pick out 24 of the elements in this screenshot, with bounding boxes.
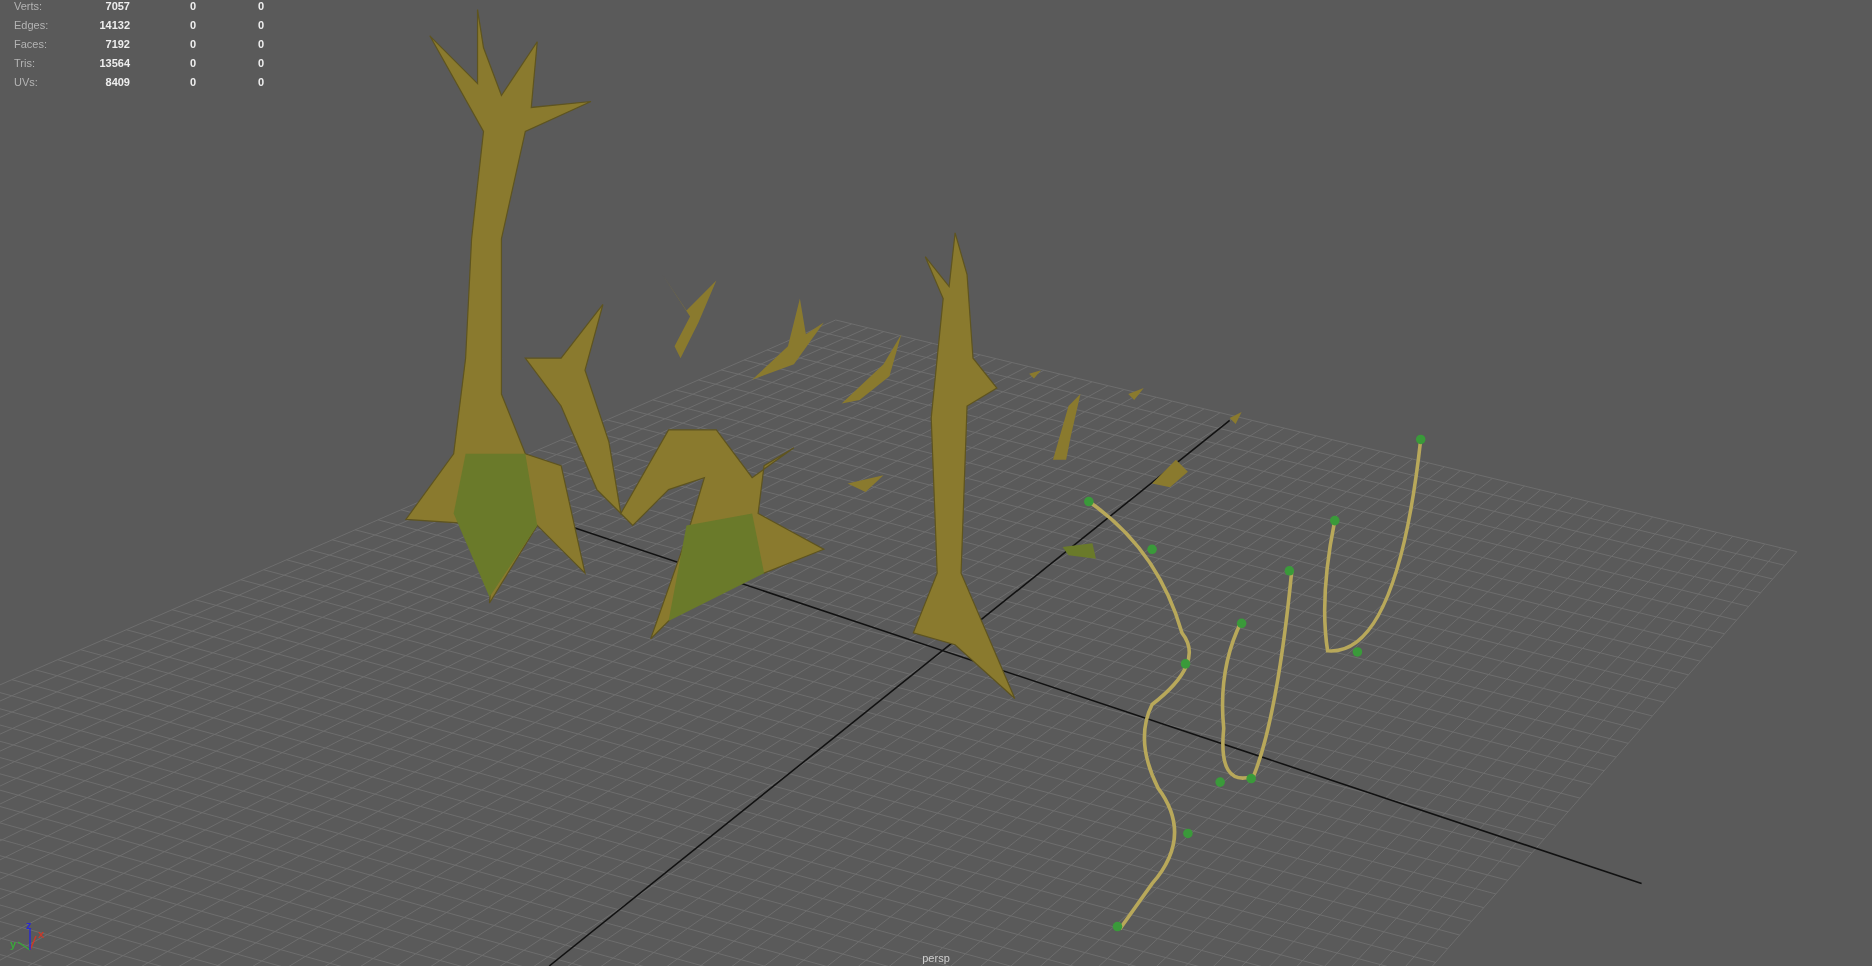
stat-value: 0 — [256, 57, 264, 69]
stat-value: 14132 — [98, 19, 130, 31]
camera-label: persp — [922, 952, 950, 964]
stat-value: 8409 — [104, 76, 130, 88]
stat-label: UVs: — [14, 76, 39, 88]
stat-value: 0 — [188, 19, 196, 31]
stat-value: 0 — [256, 76, 264, 88]
stat-value: 13564 — [98, 57, 130, 69]
stat-label: Faces: — [14, 38, 48, 50]
stat-value: 0 — [256, 19, 264, 31]
stat-value: 0 — [256, 0, 264, 12]
stat-value: 0 — [188, 38, 196, 50]
stat-value: 0 — [188, 0, 196, 12]
axis-label: z — [26, 919, 32, 931]
stat-value: 7057 — [104, 0, 130, 12]
stat-value: 0 — [256, 38, 264, 50]
axis-label: y — [10, 938, 17, 950]
stat-value: 0 — [188, 76, 196, 88]
stat-label: Edges: — [14, 19, 50, 31]
stat-label: Verts: — [14, 0, 44, 12]
stat-label: Tris: — [14, 57, 36, 69]
axis-label: x — [38, 928, 45, 940]
stat-value: 7192 — [104, 38, 130, 50]
stat-value: 0 — [188, 57, 196, 69]
